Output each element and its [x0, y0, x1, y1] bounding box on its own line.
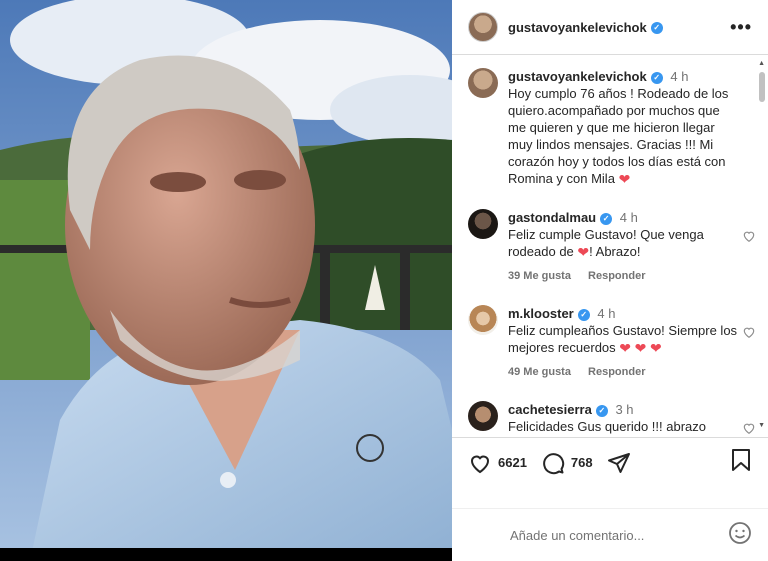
- author-avatar[interactable]: [468, 12, 498, 42]
- heart-icon: ❤: [650, 340, 662, 356]
- verified-icon: ✓: [650, 71, 663, 84]
- scroll-up-arrow-icon[interactable]: ▲: [758, 60, 765, 67]
- heart-icon: ❤: [577, 244, 590, 260]
- comment-likes-count[interactable]: 49 Me gusta: [508, 366, 571, 378]
- add-comment-bar: [452, 508, 768, 561]
- verified-icon: ✓: [577, 308, 590, 321]
- commenter-username[interactable]: cachetesierra ✓: [508, 402, 608, 417]
- commenter-avatar[interactable]: [468, 305, 498, 335]
- commenter-avatar[interactable]: [468, 401, 498, 431]
- caption-entry: gustavoyankelevichok ✓ 4 h Hoy cumplo 76 …: [468, 68, 738, 187]
- post-photo-image: [0, 0, 452, 561]
- save-button[interactable]: [730, 448, 752, 477]
- comment-item: gastondalmau ✓ 4 h Feliz cumple Gustavo! …: [468, 209, 755, 285]
- like-button[interactable]: 6621: [468, 451, 527, 475]
- comment-text: Feliz cumple Gustavo! Que venga rodeado …: [508, 227, 704, 260]
- verified-icon: ✓: [650, 22, 663, 35]
- comment-meta: 39 Me gusta Responder: [508, 268, 738, 285]
- comment-likes-count[interactable]: 39 Me gusta: [508, 270, 571, 282]
- commenter-avatar[interactable]: [468, 209, 498, 239]
- comment-meta: 49 Me gusta Responder: [508, 364, 738, 381]
- post-photo: [0, 0, 452, 561]
- caption-avatar[interactable]: [468, 68, 498, 98]
- caption-text: Hoy cumplo 76 años ! Rodeado de los quie…: [508, 86, 729, 187]
- author-username[interactable]: gustavoyankelevichok ✓: [508, 20, 663, 35]
- comments-count: 768: [570, 455, 593, 470]
- commenter-username[interactable]: gastondalmau ✓: [508, 210, 613, 225]
- comment-input[interactable]: [510, 527, 710, 543]
- emoji-icon[interactable]: [728, 521, 752, 545]
- caption-username[interactable]: gustavoyankelevichok ✓: [508, 69, 663, 84]
- verified-icon: ✓: [595, 404, 608, 417]
- comment-time: 4 h: [597, 306, 616, 321]
- scroll-down-arrow-icon[interactable]: ▼: [758, 422, 765, 429]
- comment-button[interactable]: 768: [541, 451, 593, 475]
- comment-icon[interactable]: [541, 451, 565, 475]
- comment-like-icon[interactable]: [742, 229, 756, 243]
- heart-icon: ❤: [618, 171, 631, 187]
- comment-time: 4 h: [619, 210, 638, 225]
- comment-text: Feliz cumpleaños Gustavo! Siempre los me…: [508, 323, 738, 356]
- post-header: gustavoyankelevichok ✓ •••: [452, 0, 768, 55]
- comment-item: m.klooster ✓ 4 h Feliz cumpleaños Gustavo…: [468, 305, 755, 381]
- comments-list: gustavoyankelevichok ✓ 4 h Hoy cumplo 76 …: [452, 56, 768, 436]
- reply-button[interactable]: Responder: [588, 270, 645, 282]
- verified-icon: ✓: [600, 212, 613, 225]
- comment-time: 3 h: [615, 402, 634, 417]
- reply-button[interactable]: Responder: [588, 366, 645, 378]
- scrollbar-thumb[interactable]: [759, 72, 765, 102]
- likes-count: 6621: [498, 455, 527, 470]
- comment-item: cachetesierra ✓ 3 h Felicidades Gus queri…: [468, 401, 755, 435]
- heart-icon: ❤: [634, 340, 647, 356]
- comment-like-icon[interactable]: [742, 421, 756, 435]
- like-icon[interactable]: [468, 451, 492, 475]
- post-side-panel: gustavoyankelevichok ✓ ••• gustavoyankele…: [452, 0, 768, 561]
- commenter-username[interactable]: m.klooster ✓: [508, 306, 590, 321]
- comment-like-icon[interactable]: [742, 325, 756, 339]
- share-button[interactable]: [607, 451, 637, 475]
- post-actions: 6621 768: [452, 437, 768, 487]
- more-options-icon[interactable]: •••: [730, 17, 752, 38]
- comment-text: Felicidades Gus querido !!! abrazo: [508, 419, 706, 434]
- share-icon[interactable]: [607, 451, 631, 475]
- emoji-button[interactable]: [728, 521, 752, 550]
- author-username-text[interactable]: gustavoyankelevichok: [508, 20, 647, 35]
- heart-icon: ❤: [619, 340, 632, 356]
- bookmark-icon[interactable]: [730, 448, 752, 472]
- caption-time: 4 h: [670, 69, 689, 84]
